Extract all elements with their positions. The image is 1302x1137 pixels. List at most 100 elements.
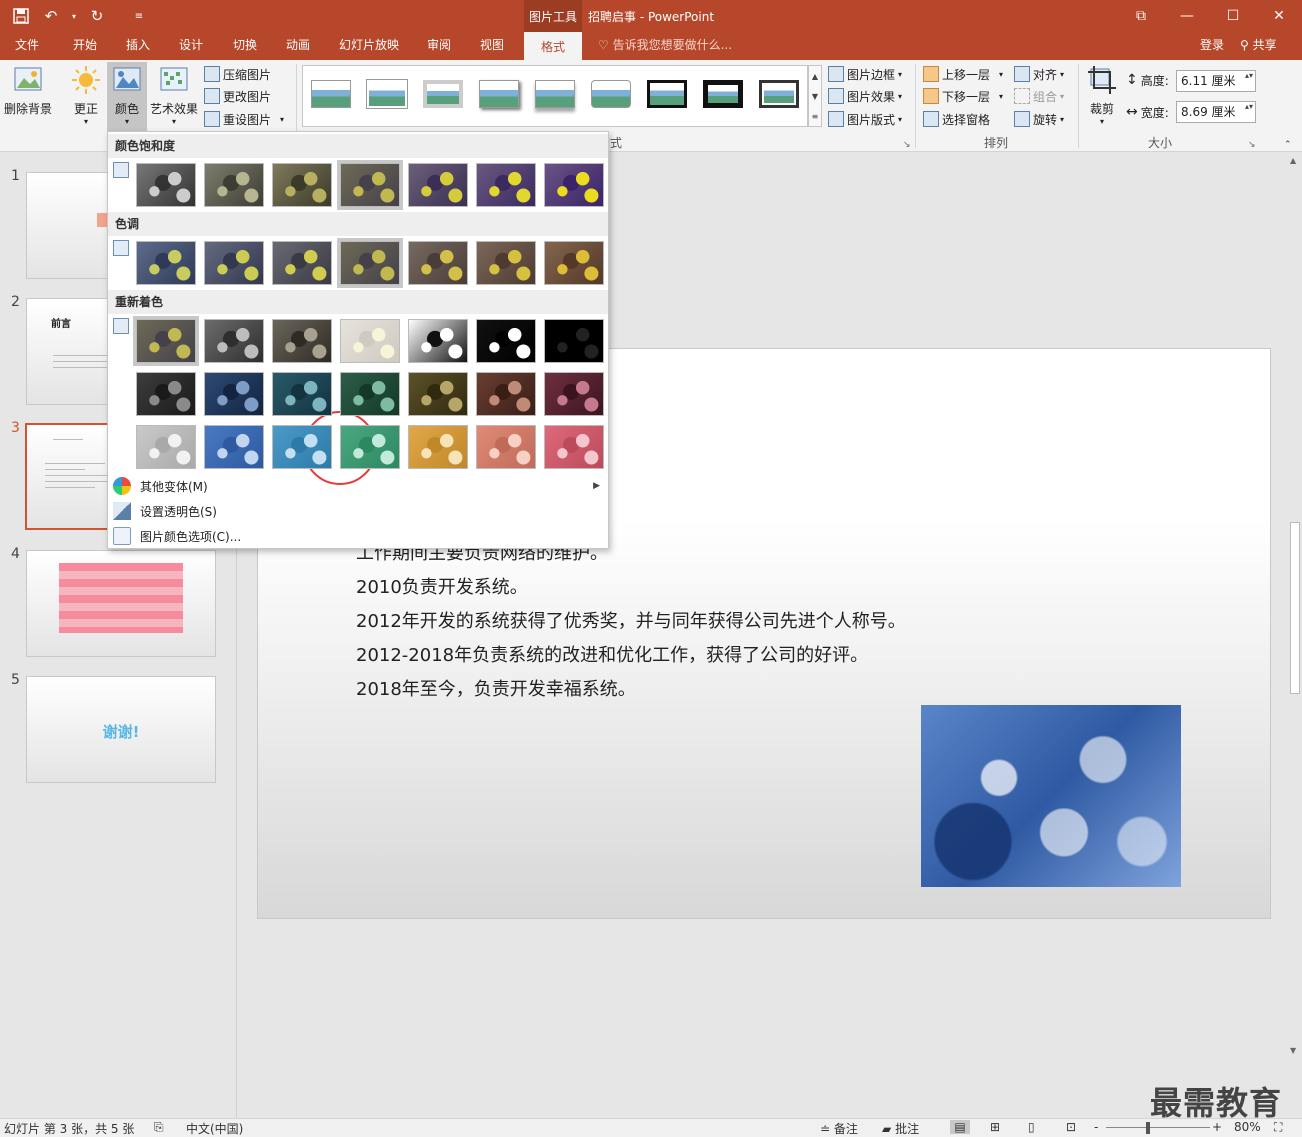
recolor-r1-swatch-1[interactable] bbox=[136, 319, 196, 363]
tone-swatch-5[interactable] bbox=[408, 241, 468, 285]
collapse-ribbon-icon[interactable]: ⌃ bbox=[1284, 140, 1292, 150]
dialog-launcher-icon[interactable]: ↘ bbox=[1248, 140, 1256, 150]
tab-insert[interactable]: 插入 bbox=[117, 32, 159, 60]
tab-animations[interactable]: 动画 bbox=[277, 32, 319, 60]
picture-style-9[interactable] bbox=[755, 76, 803, 114]
comments-button[interactable]: ▰ 批注 bbox=[882, 1120, 919, 1137]
picture-style-8[interactable] bbox=[699, 76, 747, 114]
send-backward-button[interactable]: 下移一层 ▾ bbox=[923, 86, 1003, 106]
tab-review[interactable]: 审阅 bbox=[418, 32, 460, 60]
tone-swatch-6[interactable] bbox=[476, 241, 536, 285]
tone-swatch-1[interactable] bbox=[136, 241, 196, 285]
gallery-scroll[interactable]: ▲ ▼ ≡ bbox=[808, 65, 822, 127]
vertical-scrollbar[interactable]: ▲ ▼ bbox=[1288, 152, 1302, 1118]
slide-thumbnail-5[interactable]: 谢谢! bbox=[26, 676, 216, 783]
reading-view-icon[interactable]: ▯ bbox=[1028, 1120, 1035, 1134]
tab-format[interactable]: 格式 bbox=[524, 32, 582, 60]
recolor-r3-swatch-5[interactable] bbox=[408, 425, 468, 469]
height-input[interactable]: 6.11 厘米 bbox=[1176, 70, 1256, 92]
gallery-more-icon[interactable]: ≡ bbox=[812, 112, 819, 121]
save-icon[interactable] bbox=[8, 3, 34, 29]
saturation-swatch-1[interactable] bbox=[136, 163, 196, 207]
redo-icon[interactable]: ↻ bbox=[84, 3, 110, 29]
saturation-swatch-4[interactable] bbox=[340, 163, 400, 207]
tab-transitions[interactable]: 切换 bbox=[224, 32, 266, 60]
recolor-r3-swatch-3[interactable] bbox=[272, 425, 332, 469]
maximize-icon[interactable]: ☐ bbox=[1210, 0, 1256, 32]
slideshow-view-icon[interactable]: ⊡ bbox=[1066, 1120, 1076, 1134]
slide-sorter-icon[interactable]: ⊞ bbox=[990, 1120, 1000, 1134]
change-picture-button[interactable]: 更改图片 bbox=[204, 86, 271, 106]
tab-home[interactable]: 开始 bbox=[64, 32, 106, 60]
share-button[interactable]: ⚲ 共享 bbox=[1240, 32, 1277, 60]
recolor-r3-swatch-4[interactable] bbox=[340, 425, 400, 469]
zoom-out-button[interactable]: - bbox=[1094, 1120, 1098, 1134]
slide-text-line[interactable]: 2012年开发的系统获得了优秀奖，并与同年获得公司先进个人称号。 bbox=[356, 607, 906, 633]
recolor-r3-swatch-2[interactable] bbox=[204, 425, 264, 469]
dialog-launcher-icon[interactable]: ↘ bbox=[903, 140, 911, 150]
picture-style-7[interactable] bbox=[643, 76, 691, 114]
width-input[interactable]: 8.69 厘米 bbox=[1176, 101, 1256, 123]
recolor-r1-swatch-5[interactable] bbox=[408, 319, 468, 363]
group-button[interactable]: 组合 ▾ bbox=[1014, 86, 1064, 106]
selection-pane-button[interactable]: 选择窗格 bbox=[923, 109, 990, 129]
recolor-r2-swatch-1[interactable] bbox=[136, 372, 196, 416]
zoom-slider-track[interactable] bbox=[1106, 1127, 1210, 1128]
color-button[interactable]: 颜色 ▾ bbox=[107, 62, 147, 132]
normal-view-icon[interactable]: ▤ bbox=[950, 1120, 970, 1134]
picture-style-6[interactable] bbox=[587, 76, 635, 114]
tone-swatch-7[interactable] bbox=[544, 241, 604, 285]
recolor-r2-swatch-4[interactable] bbox=[340, 372, 400, 416]
recolor-r1-swatch-7[interactable] bbox=[544, 319, 604, 363]
language-indicator[interactable]: 中文(中国) bbox=[186, 1120, 243, 1137]
tab-view[interactable]: 视图 bbox=[471, 32, 513, 60]
slide-text-line[interactable]: 2012-2018年负责系统的改进和优化工作，获得了公司的好评。 bbox=[356, 641, 868, 667]
picture-layout-button[interactable]: 图片版式 ▾ bbox=[828, 109, 902, 129]
recolor-r1-swatch-6[interactable] bbox=[476, 319, 536, 363]
recolor-r2-swatch-3[interactable] bbox=[272, 372, 332, 416]
recolor-r3-swatch-6[interactable] bbox=[476, 425, 536, 469]
more-variations-item[interactable]: 其他变体(M) ▶ bbox=[108, 474, 608, 498]
recolor-r3-swatch-1[interactable] bbox=[136, 425, 196, 469]
recolor-r2-swatch-6[interactable] bbox=[476, 372, 536, 416]
customize-qat-icon[interactable]: ≡ bbox=[126, 3, 152, 29]
gallery-down-icon[interactable]: ▼ bbox=[812, 92, 818, 101]
gallery-up-icon[interactable]: ▲ bbox=[812, 72, 818, 81]
set-transparent-color-item[interactable]: 设置透明色(S) bbox=[108, 499, 608, 523]
picture-style-5[interactable] bbox=[531, 76, 579, 114]
recolored-picture[interactable] bbox=[921, 705, 1181, 887]
slide-thumbnail-4[interactable] bbox=[26, 550, 216, 657]
compress-pictures-button[interactable]: 压缩图片 bbox=[204, 64, 271, 84]
notes-button[interactable]: ≐ 备注 bbox=[820, 1120, 858, 1137]
rotate-button[interactable]: 旋转 ▾ bbox=[1014, 109, 1064, 129]
tab-file[interactable]: 文件 bbox=[6, 32, 48, 60]
tone-swatch-4[interactable] bbox=[340, 241, 400, 285]
picture-style-3[interactable] bbox=[419, 76, 467, 114]
saturation-swatch-3[interactable] bbox=[272, 163, 332, 207]
crop-button[interactable]: 裁剪 ▾ bbox=[1084, 64, 1120, 126]
tone-swatch-3[interactable] bbox=[272, 241, 332, 285]
ribbon-display-icon[interactable]: ⧉ bbox=[1118, 0, 1164, 32]
recolor-r2-swatch-2[interactable] bbox=[204, 372, 264, 416]
picture-effects-button[interactable]: 图片效果 ▾ bbox=[828, 86, 902, 106]
tab-design[interactable]: 设计 bbox=[170, 32, 212, 60]
picture-style-4[interactable] bbox=[475, 76, 523, 114]
close-icon[interactable]: ✕ bbox=[1256, 0, 1302, 32]
recolor-r1-swatch-2[interactable] bbox=[204, 319, 264, 363]
scroll-up-icon[interactable]: ▲ bbox=[1290, 156, 1296, 165]
saturation-swatch-7[interactable] bbox=[544, 163, 604, 207]
tell-me-search[interactable]: ♡ 告诉我您想要做什么... bbox=[598, 32, 732, 60]
spell-check-icon[interactable]: ⎘ bbox=[154, 1120, 164, 1135]
scroll-down-icon[interactable]: ▼ bbox=[1290, 1046, 1296, 1055]
login-link[interactable]: 登录 bbox=[1200, 32, 1224, 60]
artistic-effects-button[interactable]: 艺术效果 ▾ bbox=[150, 64, 198, 126]
align-button[interactable]: 对齐 ▾ bbox=[1014, 64, 1064, 84]
undo-dropdown-icon[interactable]: ▾ bbox=[68, 3, 80, 29]
scroll-thumb[interactable] bbox=[1290, 522, 1300, 694]
minimize-icon[interactable]: — bbox=[1164, 0, 1210, 32]
recolor-r2-swatch-7[interactable] bbox=[544, 372, 604, 416]
recolor-r1-swatch-4[interactable] bbox=[340, 319, 400, 363]
recolor-r1-swatch-3[interactable] bbox=[272, 319, 332, 363]
slide-text-line[interactable]: 2018年至今，负责开发幸福系统。 bbox=[356, 675, 636, 701]
saturation-swatch-2[interactable] bbox=[204, 163, 264, 207]
